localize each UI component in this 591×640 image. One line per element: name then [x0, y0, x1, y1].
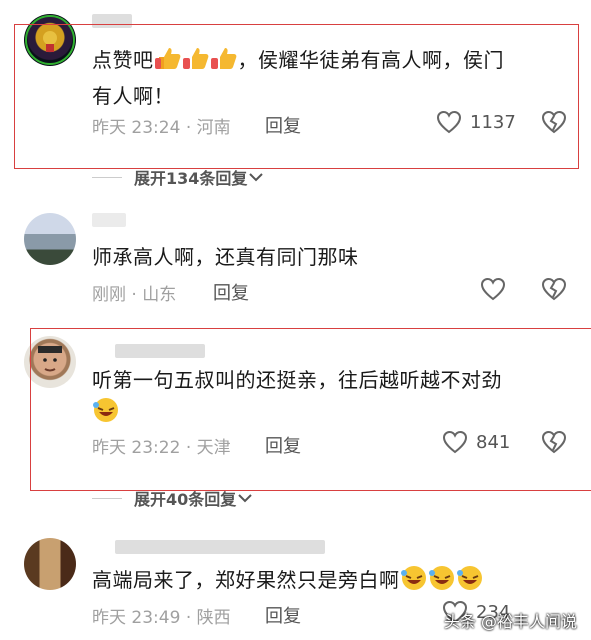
timestamp: 刚刚	[92, 285, 126, 305]
laughing-emoji-icon	[456, 565, 484, 600]
like-button[interactable]	[480, 277, 514, 301]
chevron-down-icon	[249, 173, 264, 182]
location: 陕西	[196, 608, 231, 628]
laughing-emoji-icon	[400, 565, 428, 600]
avatar[interactable]	[24, 538, 76, 590]
highlight-box	[30, 328, 591, 491]
divider-line	[92, 497, 122, 499]
expand-replies-button[interactable]: 展开40条回复	[92, 486, 254, 510]
laughing-emoji-icon	[428, 565, 456, 600]
divider-line	[92, 176, 122, 178]
avatar[interactable]	[24, 213, 76, 265]
watermark: 头条 @裕丰人间说	[443, 612, 577, 631]
heart-outline-icon	[480, 277, 506, 301]
comment-meta: 刚刚 · 山东	[92, 280, 176, 305]
broken-heart-icon	[541, 277, 567, 301]
username-blurred	[115, 540, 325, 554]
separator: ·	[185, 608, 192, 628]
comment-2: 师承高人啊，还真有同门那味 刚刚 · 山东 回复	[0, 205, 591, 310]
comment-meta: 昨天 23:49 · 陕西	[92, 603, 231, 628]
expand-replies-label: 展开134条回复	[134, 169, 248, 188]
reply-button[interactable]: 回复	[213, 279, 249, 305]
comment-text: 高端局来了，郑好果然只是旁白啊	[92, 564, 484, 600]
reply-button[interactable]: 回复	[265, 602, 301, 628]
expand-replies-label: 展开40条回复	[134, 490, 237, 509]
username-blurred	[92, 213, 126, 227]
separator: ·	[131, 285, 137, 305]
location: 山东	[142, 285, 177, 305]
comment-text-part: 高端局来了，郑好果然只是旁白啊	[92, 568, 400, 592]
expand-replies-button[interactable]: 展开134条回复	[92, 165, 265, 189]
comment-text: 师承高人啊，还真有同门那味	[92, 245, 359, 269]
highlight-box	[14, 24, 579, 169]
timestamp: 昨天 23:49	[92, 608, 181, 628]
dislike-button[interactable]	[541, 277, 567, 305]
chevron-down-icon	[238, 494, 252, 503]
